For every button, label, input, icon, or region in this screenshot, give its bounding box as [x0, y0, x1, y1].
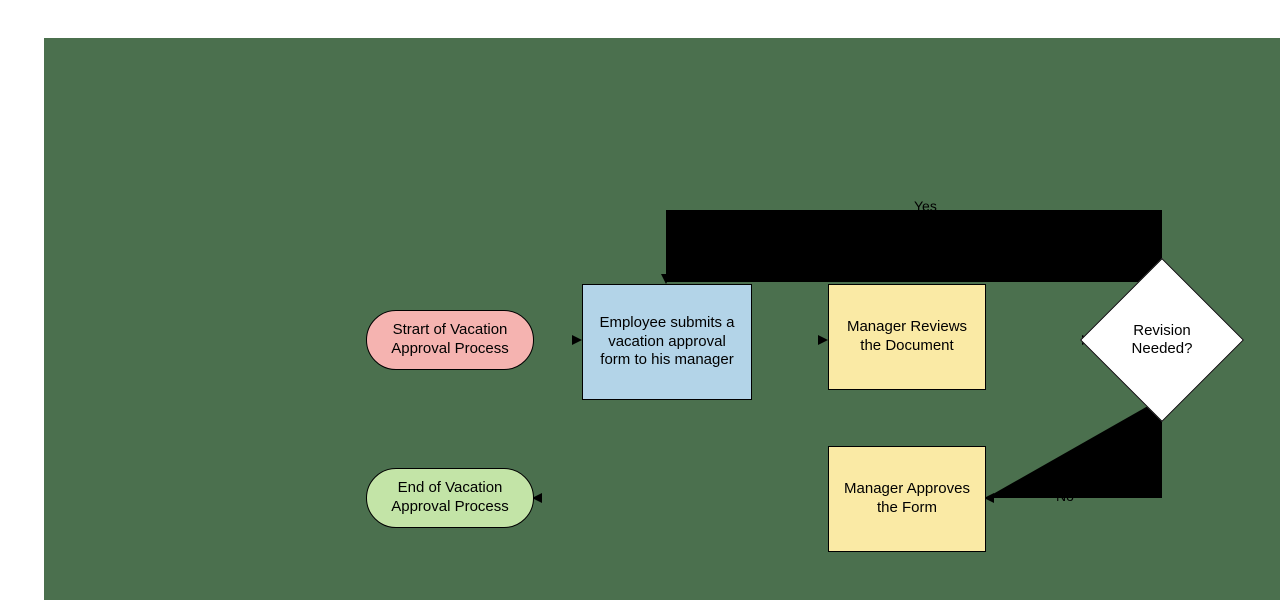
edge-decision-yes [666, 210, 1162, 282]
edge-label-yes: Yes [914, 198, 937, 214]
edge-label-no: No [1056, 488, 1074, 504]
node-review: Manager Reviews the Document [828, 284, 986, 390]
node-approve-label: Manager Approves the Form [839, 480, 975, 518]
node-end: End of Vacation Approval Process [366, 468, 534, 528]
node-review-label: Manager Reviews the Document [839, 318, 975, 356]
node-end-label: End of Vacation Approval Process [377, 479, 523, 517]
node-submit: Employee submits a vacation approval for… [582, 284, 752, 400]
node-start-label: Strart of Vacation Approval Process [377, 321, 523, 359]
node-approve: Manager Approves the Form [828, 446, 986, 552]
flowchart-canvas: Yes No Strart of Vacation Approval Proce… [44, 38, 1280, 600]
node-submit-label: Employee submits a vacation approval for… [593, 314, 741, 370]
edge-decision-no [986, 398, 1162, 498]
node-start: Strart of Vacation Approval Process [366, 310, 534, 370]
node-decision: Revision Needed? [1104, 282, 1220, 398]
node-decision-label: Revision Needed? [1114, 322, 1210, 358]
